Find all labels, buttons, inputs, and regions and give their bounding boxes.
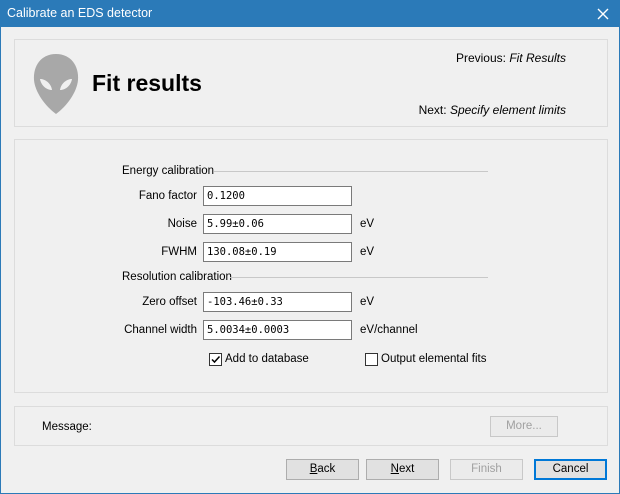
wizard-header: Fit results Previous: Fit Results Next: …: [14, 39, 608, 127]
fwhm-label: FWHM: [161, 246, 197, 258]
output-elemental-fits-label[interactable]: Output elemental fits: [381, 353, 486, 365]
back-button[interactable]: Back: [286, 459, 359, 480]
fit-results-panel: Energy calibration Fano factor 0.1200 No…: [14, 139, 608, 393]
fwhm-unit: eV: [360, 246, 375, 258]
alien-head-icon: [33, 54, 79, 114]
noise-unit: eV: [360, 218, 375, 230]
checkmark-icon: [211, 355, 221, 364]
close-button[interactable]: [587, 1, 619, 27]
next-step-name: Specify element limits: [449, 103, 566, 117]
next-button[interactable]: Next: [366, 459, 439, 480]
next-mnemonic: N: [390, 463, 399, 475]
energy-calibration-heading: Energy calibration: [122, 165, 215, 177]
noise-label: Noise: [167, 218, 197, 230]
next-step: Next: Specify element limits: [419, 103, 566, 117]
title-bar: Calibrate an EDS detector: [1, 1, 619, 27]
channel-width-unit: eV/channel: [360, 324, 418, 336]
section-divider: [214, 171, 488, 172]
window-title: Calibrate an EDS detector: [7, 6, 153, 20]
fano-factor-field[interactable]: 0.1200: [203, 186, 352, 206]
back-label: ack: [317, 463, 336, 475]
resolution-calibration-heading: Resolution calibration: [122, 271, 232, 283]
previous-prefix: Previous:: [455, 51, 506, 65]
next-prefix: Next:: [418, 103, 447, 117]
previous-step: Previous: Fit Results: [456, 51, 566, 65]
zero-offset-unit: eV: [360, 296, 375, 308]
section-divider: [230, 277, 488, 278]
finish-button[interactable]: Finish: [450, 459, 523, 480]
fano-factor-label: Fano factor: [138, 190, 197, 202]
channel-width-label: Channel width: [124, 324, 197, 336]
add-to-database-checkbox[interactable]: [209, 353, 222, 366]
noise-field[interactable]: 5.99±0.06: [203, 214, 352, 234]
output-elemental-fits-checkbox[interactable]: [365, 353, 378, 366]
more-button[interactable]: More...: [490, 416, 558, 437]
channel-width-field[interactable]: 5.0034±0.0003: [203, 320, 352, 340]
message-label: Message:: [42, 421, 92, 433]
previous-step-name: Fit Results: [509, 51, 566, 65]
page-title: Fit results: [92, 70, 202, 96]
zero-offset-field[interactable]: -103.46±0.33: [203, 292, 352, 312]
message-panel: Message: More...: [14, 406, 608, 446]
close-icon: [597, 8, 609, 20]
add-to-database-label[interactable]: Add to database: [225, 353, 309, 365]
fwhm-field[interactable]: 130.08±0.19: [203, 242, 352, 262]
zero-offset-label: Zero offset: [142, 296, 197, 308]
cancel-button[interactable]: Cancel: [534, 459, 607, 480]
next-label: ext: [398, 463, 415, 475]
calibrate-eds-dialog: Calibrate an EDS detector Fit results Pr…: [0, 0, 620, 494]
